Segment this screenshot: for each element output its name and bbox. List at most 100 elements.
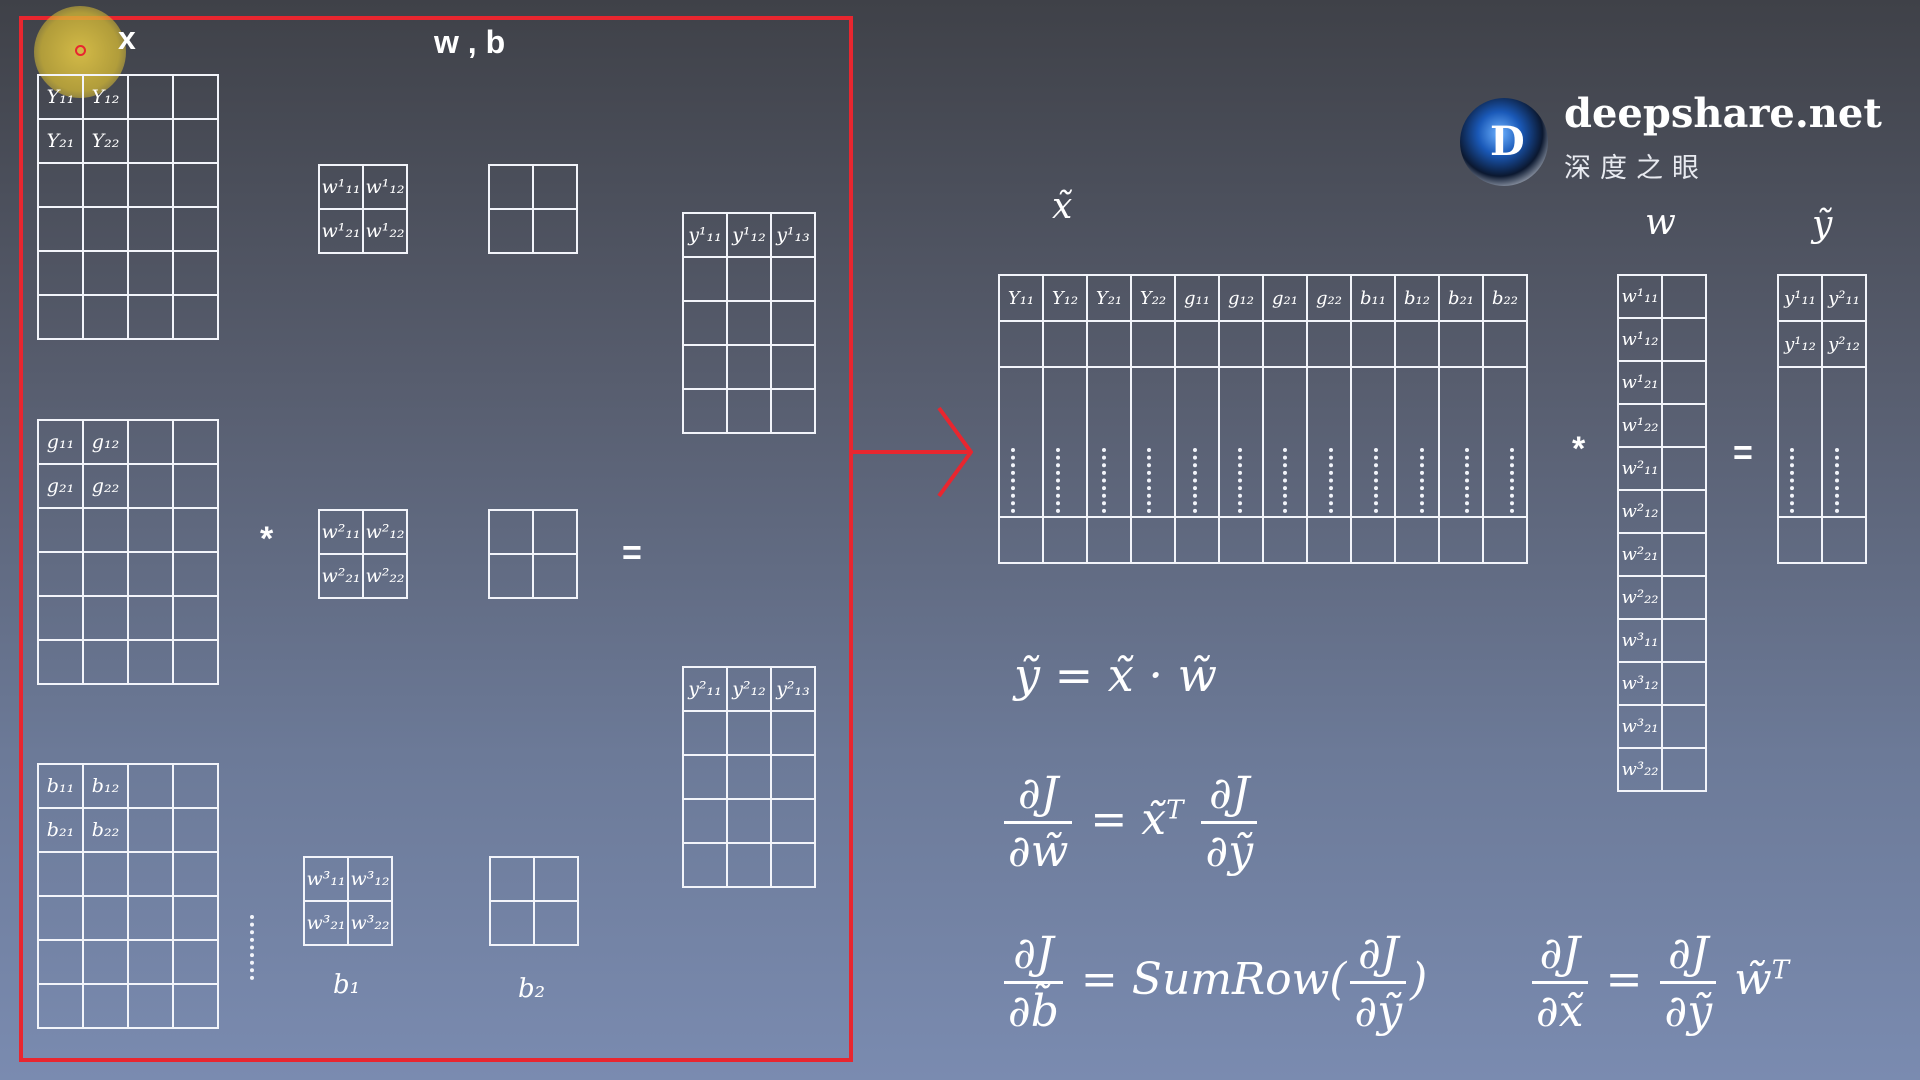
y-tilde-ellipsis-1: [1790, 448, 1794, 513]
w-tilde-cell: w¹₁₂: [1617, 317, 1663, 362]
bias-cell: [488, 553, 534, 599]
w1-kernel: w¹₁₁ w¹₁₂ w¹₂₁ w¹₂₂: [318, 164, 408, 254]
b-matrix-cell: [172, 939, 219, 985]
y-matrix-cell: [82, 294, 129, 340]
output-cell: y²₁₁: [682, 666, 728, 712]
output-cell: [682, 842, 728, 888]
g-matrix-cell: [37, 551, 84, 597]
ellipsis-dots: [1238, 448, 1242, 513]
g-matrix-cell: [37, 639, 84, 685]
w3-cell: w³₁₁: [303, 856, 349, 902]
w-tilde-cell: [1661, 274, 1707, 319]
b-matrix-cell: [127, 763, 174, 809]
y-matrix-cell: Y₂₁: [37, 118, 84, 164]
b-matrix-cell: [172, 807, 219, 853]
g-matrix-cell: [172, 551, 219, 597]
output-cell: [770, 710, 816, 756]
y-matrix-cell: [82, 162, 129, 208]
x-tilde-cell: [1042, 320, 1088, 368]
x-tilde-cell: [998, 320, 1044, 368]
x-tilde-cell: [1042, 366, 1088, 518]
output-cell: [682, 798, 728, 844]
x-label: x: [118, 20, 136, 56]
x-tilde-cell: [1130, 320, 1176, 368]
bias-cell: [533, 900, 579, 946]
x-tilde-cell: Y₂₂: [1130, 274, 1176, 322]
b-matrix-cell: b₂₁: [37, 807, 84, 853]
w-tilde-cell: w²₂₁: [1617, 532, 1663, 577]
w1-cell: w¹₂₂: [362, 208, 408, 254]
cursor-pointer-icon: [75, 45, 86, 56]
g-matrix-cell: [127, 419, 174, 465]
ellipsis-dots: [1374, 448, 1379, 513]
w-tilde-cell: w³₁₁: [1617, 618, 1663, 663]
y-matrix-cell: [37, 162, 84, 208]
w2-kernel: w²₁₁ w²₁₂ w²₂₁ w²₂₂: [318, 509, 408, 599]
output-cell: [726, 842, 772, 888]
b-matrix-cell: [37, 983, 84, 1029]
g-matrix-cell: g₁₂: [82, 419, 129, 465]
output-cell: [770, 388, 816, 434]
x-tilde-cell: [1130, 366, 1176, 518]
bias-cell: [532, 509, 578, 555]
y-tilde-ellipsis-2: [1835, 448, 1839, 513]
x-tilde-cell: [1394, 320, 1440, 368]
brand-name: deepshare.net: [1564, 90, 1882, 137]
g-matrix-cell: [37, 595, 84, 641]
y-tilde-matrix: y¹₁₁ y²₁₁ y¹₁₂ y²₁₂: [1777, 274, 1867, 564]
w2-cell: w²₁₁: [318, 509, 364, 555]
w-tilde-cell: w³₂₂: [1617, 747, 1663, 792]
w1-cell: w¹₂₁: [318, 208, 364, 254]
output-cell: [682, 344, 728, 390]
y-matrix-cell: [37, 250, 84, 296]
ellipsis-dots: [1056, 448, 1061, 513]
w-tilde-cell: [1661, 317, 1707, 362]
y-matrix-cell: [172, 250, 219, 296]
x-tilde-label: x̃: [1052, 186, 1073, 227]
g-matrix-cell: [127, 551, 174, 597]
x-tilde-cell: [1174, 366, 1220, 518]
bias-kernel-2: [488, 509, 578, 599]
ellipsis-dots: [1465, 448, 1469, 513]
x-tilde-cell: g₂₂: [1306, 274, 1352, 322]
w2-cell: w²₁₂: [362, 509, 408, 555]
y-matrix-cell: Y₂₂: [82, 118, 129, 164]
w-tilde-cell: w¹₂₁: [1617, 360, 1663, 405]
x-tilde-cell: [1306, 516, 1352, 564]
x-tilde-cell: [1262, 516, 1308, 564]
bias-kernel-1: [488, 164, 578, 254]
output-cell: [726, 256, 772, 302]
b-matrix-cell: [82, 983, 129, 1029]
g-matrix-cell: [127, 507, 174, 553]
bias-cell: [488, 164, 534, 210]
b-matrix-cell: [37, 939, 84, 985]
bias-cell: [533, 856, 579, 902]
g-matrix-cell: [82, 551, 129, 597]
x-tilde-cell: [1218, 320, 1264, 368]
x-tilde-cell: [1086, 516, 1132, 564]
g-matrix-cell: [82, 507, 129, 553]
y-matrix-cell: [82, 250, 129, 296]
w3-kernel: w³₁₁ w³₁₂ w³₂₁ w³₂₂: [303, 856, 393, 946]
w-tilde-cell: w²₁₂: [1617, 489, 1663, 534]
w3-cell: w³₂₁: [303, 900, 349, 946]
w3-cell: w³₂₂: [347, 900, 393, 946]
y-matrix-cell: [127, 294, 174, 340]
output-cell: y¹₁₃: [770, 212, 816, 258]
x-tilde-cell: [1262, 320, 1308, 368]
y-matrix-cell: [172, 162, 219, 208]
x-tilde-cell: [1394, 366, 1440, 518]
output-cell: [770, 798, 816, 844]
ellipsis-dots: [1283, 448, 1288, 513]
w-tilde-cell: w¹₂₂: [1617, 403, 1663, 448]
x-tilde-cell: b₁₁: [1350, 274, 1396, 322]
formula-grad-b: ∂J ∂b̃ = SumRow(∂J ∂ỹ): [1000, 928, 1427, 1037]
y-tilde-cell: y²₁₁: [1821, 274, 1867, 322]
formula-forward: ỹ = x̃ · w̃: [1014, 648, 1217, 702]
w-tilde-cell: w³₁₂: [1617, 661, 1663, 706]
x-tilde-cell: [1174, 320, 1220, 368]
x-tilde-cell: [1482, 366, 1528, 518]
x-tilde-cell: g₁₂: [1218, 274, 1264, 322]
g-matrix-cell: [172, 595, 219, 641]
output-matrix-2: y²₁₁ y²₁₂ y²₁₃: [682, 666, 816, 888]
